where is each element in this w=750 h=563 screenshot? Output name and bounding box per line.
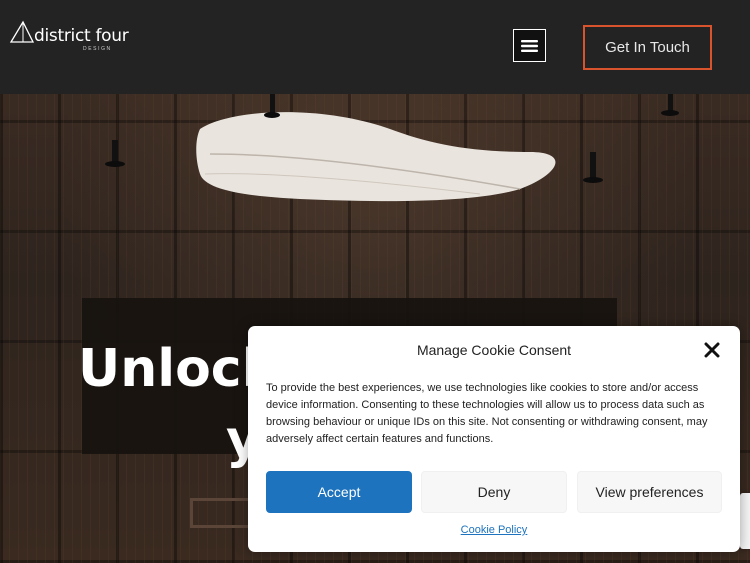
cookie-dialog-title: Manage Cookie Consent	[416, 342, 572, 358]
logo-subtext: DESIGN	[83, 46, 112, 52]
cookie-policy-link[interactable]: Cookie Policy	[248, 524, 740, 536]
site-header: district four DESIGN Get In Touch	[0, 0, 750, 94]
menu-button[interactable]	[513, 29, 546, 62]
hamburger-icon	[521, 39, 538, 52]
accept-button[interactable]: Accept	[266, 471, 412, 513]
logo-mark-icon	[9, 20, 35, 43]
recaptcha-badge[interactable]	[740, 493, 750, 549]
cookie-consent-dialog: Manage Cookie Consent To provide the bes…	[248, 326, 740, 552]
logo-text: district four	[34, 26, 129, 46]
cookie-dialog-message: To provide the best experiences, we use …	[266, 382, 708, 445]
pendant-lamp-image	[105, 94, 679, 202]
logo[interactable]: district four DESIGN	[9, 20, 129, 54]
deny-button[interactable]: Deny	[421, 471, 567, 513]
get-in-touch-button[interactable]: Get In Touch	[583, 25, 712, 70]
close-icon[interactable]	[704, 342, 720, 358]
hero-title: Unlock	[78, 339, 277, 399]
view-preferences-button[interactable]: View preferences	[577, 471, 722, 513]
